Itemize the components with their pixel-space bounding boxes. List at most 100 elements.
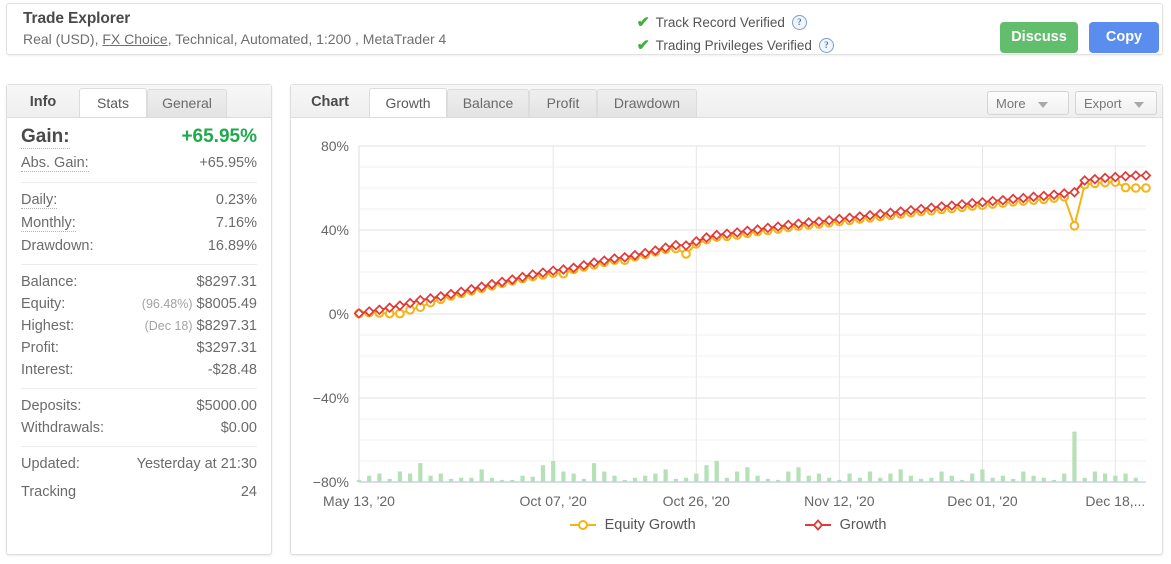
tab-balance[interactable]: Balance [447, 89, 529, 117]
stat-label-balance: Balance: [21, 274, 78, 290]
stat-label-deposits: Deposits: [21, 398, 82, 414]
stat-row-equity: Equity: (96.48%) $8005.49 [21, 293, 257, 315]
export-button-label: Export [1084, 96, 1122, 111]
stat-row-daily: Daily: 0.23% [21, 189, 257, 212]
tab-growth[interactable]: Growth [369, 88, 447, 117]
legend-marker-equity-growth [569, 520, 596, 530]
account-meta: Real (USD), FX Choice, Technical, Automa… [23, 31, 446, 47]
stats-list: Gain: +65.95% Abs. Gain: +65.95% Daily: … [7, 118, 271, 503]
stat-label-tracking: Tracking [21, 484, 77, 500]
stat-label-interest: Interest: [21, 362, 74, 378]
stat-row-updated: Updated: Yesterday at 21:30 [21, 453, 257, 475]
stat-sub-highest: (Dec 18) [144, 319, 193, 333]
stat-label-monthly: Monthly: [21, 215, 76, 232]
check-icon: ✔ [636, 36, 650, 54]
divider [21, 264, 257, 265]
svg-text:Oct 07, '20: Oct 07, '20 [520, 493, 587, 509]
check-icon: ✔ [636, 13, 650, 31]
info-panel: Info Stats General Gain: +65.95% Abs. Ga… [6, 84, 272, 555]
svg-text:May 13, '20: May 13, '20 [323, 493, 395, 509]
page-title: Trade Explorer [23, 10, 131, 27]
stat-value-gain: +65.95% [181, 126, 257, 147]
legend-item-growth[interactable]: Growth [804, 517, 887, 533]
stat-row-highest: Highest: (Dec 18) $8297.31 [21, 315, 257, 337]
chart-panel-title: Chart [311, 94, 349, 110]
tab-general[interactable]: General [147, 89, 227, 117]
svg-text:Dec 18,...: Dec 18,... [1085, 493, 1145, 509]
stat-value-profit: $3297.31 [196, 340, 257, 356]
verification-badges: ✔ Track Record Verified ? ✔ Trading Priv… [637, 12, 834, 58]
account-header: Trade Explorer Real (USD), FX Choice, Te… [6, 3, 1163, 55]
more-button[interactable]: More [987, 91, 1069, 115]
badge-trading-privileges: ✔ Trading Privileges Verified ? [637, 35, 834, 55]
badge-track-record: ✔ Track Record Verified ? [637, 12, 834, 32]
stat-value-highest: (Dec 18) $8297.31 [145, 318, 257, 334]
stat-value-updated: Yesterday at 21:30 [136, 456, 257, 472]
stat-row-profit: Profit: $3297.31 [21, 337, 257, 359]
stats-group-account: Balance: $8297.31 Equity: (96.48%) $8005.… [21, 271, 257, 381]
more-button-label: More [996, 96, 1026, 111]
account-meta-post: , Technical, Automated, 1:200 , MetaTrad… [167, 31, 447, 47]
stat-row-withdrawals: Withdrawals: $0.00 [21, 417, 257, 439]
stat-row-deposits: Deposits: $5000.00 [21, 395, 257, 417]
stat-amount-highest: $8297.31 [196, 318, 257, 334]
stat-row-monthly: Monthly: 7.16% [21, 212, 257, 235]
svg-text:Nov 12, '20: Nov 12, '20 [804, 493, 875, 509]
chevron-down-icon [1133, 101, 1144, 108]
legend-item-equity-growth[interactable]: Equity Growth [569, 517, 696, 533]
export-button[interactable]: Export [1075, 91, 1157, 115]
copy-button[interactable]: Copy [1089, 22, 1159, 53]
stat-row-drawdown: Drawdown: 16.89% [21, 235, 257, 257]
svg-text:−80%: −80% [313, 474, 349, 490]
growth-chart: 80% 40% 0% −40% −80% May 13, '20 Oct 07, '20 Oc… [291, 118, 1164, 555]
stat-value-daily: 0.23% [215, 192, 257, 208]
info-panel-title: Info [29, 94, 57, 110]
tab-drawdown[interactable]: Drawdown [597, 89, 697, 117]
stat-label-drawdown: Drawdown: [21, 238, 94, 254]
chart-legend: Equity Growth Growth [291, 517, 1164, 533]
stat-label-equity: Equity: [21, 296, 66, 312]
stat-sub-equity: (96.48%) [141, 297, 193, 311]
stat-value-abs-gain: +65.95% [199, 155, 257, 171]
tab-profit[interactable]: Profit [529, 89, 597, 117]
stat-row-balance: Balance: $8297.31 [21, 271, 257, 293]
stat-value-balance: $8297.31 [196, 274, 257, 290]
tab-stats[interactable]: Stats [79, 88, 147, 117]
stat-value-monthly: 7.16% [215, 215, 257, 231]
trade-explorer-page: Trade Explorer Real (USD), FX Choice, Te… [0, 0, 1171, 564]
growth-chart-svg[interactable]: 80% 40% 0% −40% −80% May 13, '20 Oct 07, '20 Oc… [291, 118, 1164, 518]
stat-value-interest: -$28.48 [207, 362, 257, 378]
stat-value-withdrawals: $0.00 [220, 420, 257, 436]
stat-label-gain: Gain: [21, 126, 70, 149]
chart-tabbar: Chart Growth Balance Profit Drawdown Mor… [291, 85, 1162, 118]
legend-marker-growth [804, 519, 831, 531]
stat-value-drawdown: 16.89% [207, 238, 257, 254]
svg-text:Oct 26, '20: Oct 26, '20 [663, 493, 730, 509]
legend-label-equity-growth: Equity Growth [604, 517, 696, 533]
divider [21, 182, 257, 183]
stat-row-abs-gain: Abs. Gain: +65.95% [21, 152, 257, 175]
stats-group-performance: Daily: 0.23% Monthly: 7.16% Drawdown: 16… [21, 189, 257, 257]
svg-text:80%: 80% [321, 138, 349, 154]
info-tabbar: Info Stats General [7, 85, 271, 118]
chart-panel: Chart Growth Balance Profit Drawdown Mor… [290, 84, 1163, 555]
divider [21, 446, 257, 447]
discuss-button[interactable]: Discuss [1000, 22, 1078, 53]
legend-label-growth: Growth [839, 517, 887, 533]
help-icon[interactable]: ? [818, 37, 834, 53]
chevron-down-icon [1037, 101, 1048, 108]
svg-text:40%: 40% [321, 222, 349, 238]
stat-value-tracking: 24 [240, 484, 257, 500]
account-meta-pre: Real (USD), [23, 31, 103, 47]
stats-group-funds: Deposits: $5000.00 Withdrawals: $0.00 [21, 395, 257, 439]
divider [21, 388, 257, 389]
stat-label-withdrawals: Withdrawals: [21, 420, 104, 436]
stat-label-daily: Daily: [21, 192, 58, 209]
broker-link[interactable]: FX Choice [102, 31, 167, 47]
stat-label-abs-gain: Abs. Gain: [21, 155, 89, 172]
stat-label-highest: Highest: [21, 318, 75, 334]
stat-label-updated: Updated: [21, 456, 80, 472]
stat-row-gain: Gain: +65.95% [21, 118, 257, 152]
help-icon[interactable]: ? [791, 14, 807, 30]
stat-label-profit: Profit: [21, 340, 59, 356]
